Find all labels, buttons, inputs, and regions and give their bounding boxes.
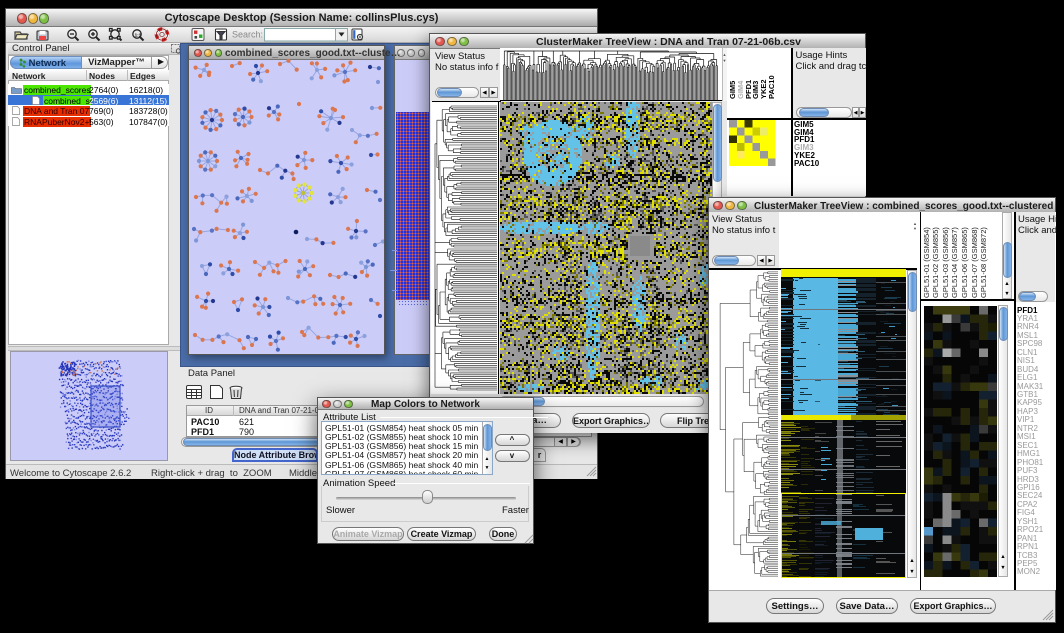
svg-text:Search:: Search: [232, 30, 263, 40]
svg-text:1:1: 1:1 [135, 32, 142, 37]
